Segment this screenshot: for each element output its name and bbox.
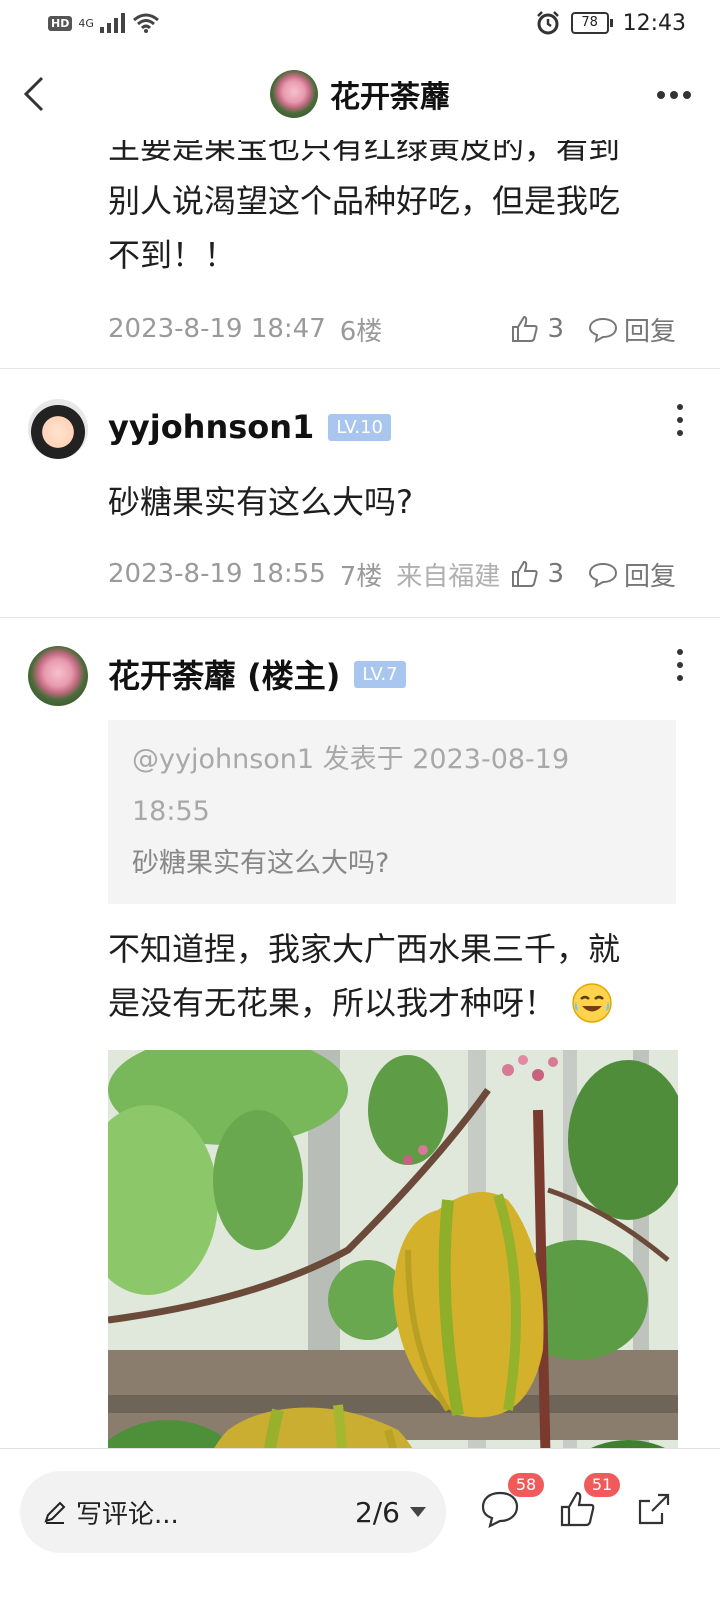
reply-label: 回复 [623,316,676,347]
share-icon[interactable] [634,1489,674,1529]
like-button[interactable]: 3 [509,558,564,590]
body-line-with-emoji: 是没有无花果，所以我才种呀！ [108,976,676,1030]
pencil-icon [44,1501,66,1524]
reply-meta: 2023-8-19 18:47 6楼 3 回复 [108,304,676,354]
quote-header: @yyjohnson1 发表于 2023-08-19 18:55 [132,744,570,827]
page-indicator[interactable]: 2/6 [355,1496,400,1529]
comment-bubble-icon [588,317,617,343]
alarm-icon [536,11,559,35]
author-row: yyjohnson1 LV.10 [108,397,676,457]
post-date: 2023-8-19 18:55 [108,559,326,589]
post-menu-icon[interactable] [676,648,684,682]
status-left: HD 4G [48,12,160,34]
hd-indicator: HD [48,15,73,31]
likes-count-badge: 51 [584,1473,620,1497]
network-type: 4G [78,16,94,30]
quoted-reply[interactable]: @yyjohnson1 发表于 2023-08-19 18:55 砂糖果实有这么… [108,720,676,904]
comment-bubble-icon [588,562,617,588]
body-line: 不知道捏，我家大广西水果三千，就 [108,930,621,968]
write-comment-input[interactable]: 写评论... 2/6 [20,1471,446,1553]
level-badge: LV.10 [328,413,391,441]
reply-button[interactable]: 回复 [588,556,676,593]
like-count: 3 [547,559,564,589]
reply-floor-8: 花开荼蘼 (楼主) LV.7 @yyjohnson1 发表于 2023-08-1… [0,618,720,1570]
like-button[interactable]: 3 [509,313,564,345]
reply-floor-7: yyjohnson1 LV.10 砂糖果实有这么大吗? 2023-8-19 18… [0,369,720,599]
write-comment-label: 写评论... [76,1499,179,1530]
floor-number: 6楼 [339,316,383,347]
reply-meta: 2023-8-19 18:55 7楼 来自福建 3 回复 [108,549,676,599]
thread-content: 主要是果宝也只有红绿黄皮的，看到 别人说渴望这个品种好吃，但是我吃 不到！！ 2… [0,128,720,1570]
caret-down-icon[interactable] [410,1507,426,1517]
reply-label: 回复 [623,561,676,592]
author-name[interactable]: yyjohnson1 [108,408,314,446]
reply-floor-6: 主要是果宝也只有红绿黄皮的，看到 别人说渴望这个品种好吃，但是我吃 不到！！ 2… [0,120,720,354]
like-count: 3 [547,314,564,344]
quote-text: 砂糖果实有这么大吗? [132,848,390,879]
body-line: 是没有无花果，所以我才种呀！ [108,984,557,1022]
thread-author-header[interactable]: 花开荼蘼 [270,70,450,118]
status-bar: HD 4G 78 12:43 [0,0,720,50]
status-right: 78 12:43 [535,10,686,36]
clock: 12:43 [622,10,686,36]
level-badge: LV.7 [354,660,406,688]
more-options-icon[interactable] [656,88,692,102]
bottom-action-bar: 写评论... 2/6 58 51 [0,1448,720,1601]
comments-count-badge: 58 [508,1473,544,1497]
location-label: 来自福建 [396,561,501,592]
author-avatar[interactable] [270,70,318,118]
battery-level: 78 [570,12,609,34]
top-nav-bar: 花开荼蘼 [0,50,720,140]
author-row: 花开荼蘼 (楼主) LV.7 [108,644,676,704]
page-title: 花开荼蘼 [330,80,450,115]
reply-body: 主要是果宝也只有红绿黄皮的，看到 别人说渴望这个品种好吃，但是我吃 不到！！ [108,120,676,282]
reply-body: 砂糖果实有这么大吗? [108,483,413,521]
user-avatar[interactable] [28,399,88,459]
signal-icon [99,13,125,33]
crying-laughing-emoji-icon [572,983,612,1023]
author-name[interactable]: 花开荼蘼 (楼主) [108,651,340,697]
back-arrow-icon[interactable] [16,72,60,116]
body-line: 别人说渴望这个品种好吃，但是我吃 [108,182,621,220]
user-avatar[interactable] [28,646,88,706]
thumbs-up-icon [512,560,539,587]
body-line: 不到！！ [108,236,237,274]
wifi-icon [132,13,159,33]
reply-button[interactable]: 回复 [588,311,676,348]
thumbs-up-icon [512,315,539,342]
floor-number: 7楼 [339,561,383,592]
post-date: 2023-8-19 18:47 [108,314,326,344]
reply-body: 不知道捏，我家大广西水果三千，就 是没有无花果，所以我才种呀！ [108,922,676,1030]
post-menu-icon[interactable] [676,403,684,437]
battery-icon: 78 [570,12,613,34]
